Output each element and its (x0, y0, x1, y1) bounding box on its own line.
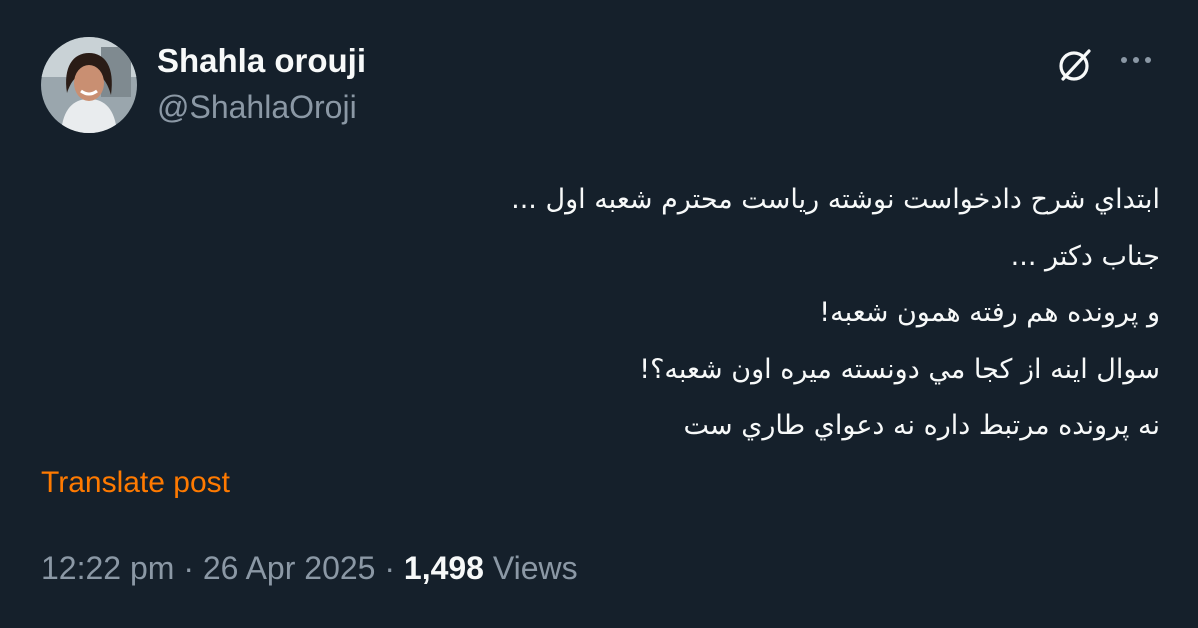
author-display-name[interactable]: Shahla orouji (157, 41, 366, 81)
grok-button[interactable] (1053, 43, 1097, 87)
author-avatar[interactable] (41, 37, 137, 133)
views-label: Views (492, 550, 578, 586)
post-date[interactable]: 26 Apr 2025 (203, 550, 376, 586)
post-line: ابتداي شرح دادخواست نوشته رياست محترم شع… (511, 184, 1160, 215)
more-icon (1121, 57, 1151, 63)
translate-post-link[interactable]: Translate post (41, 463, 230, 503)
post-meta: 12:22 pm · 26 Apr 2025 · 1,498 Views (41, 546, 578, 590)
post-line: نه پرونده مرتبط داره نه دعواي طاري ست (683, 410, 1160, 441)
meta-separator: · (384, 550, 395, 586)
meta-separator: · (183, 550, 194, 586)
author-handle[interactable]: @ShahlaOroji (157, 87, 357, 127)
more-options-button[interactable] (1113, 40, 1159, 80)
post-line: سوال اينه از كجا مي دونسته ميره اون شعبه… (639, 353, 1160, 385)
grok-icon (1059, 49, 1091, 81)
views-count: 1,498 (403, 550, 484, 586)
post-time[interactable]: 12:22 pm (41, 550, 174, 586)
post-text: ابتداي شرح دادخواست نوشته رياست محترم شع… (260, 172, 1160, 455)
post-line: و پرونده هم رفته همون شعبه! (819, 297, 1160, 328)
post-line: جناب دكتر ... (1010, 240, 1160, 272)
